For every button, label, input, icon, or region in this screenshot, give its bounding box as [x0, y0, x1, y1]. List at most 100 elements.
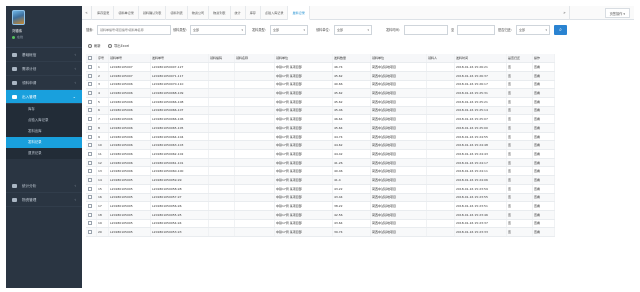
- row-checkbox[interactable]: [87, 160, 92, 165]
- row-checkbox[interactable]: [87, 65, 92, 70]
- sidebar-subitem-inspection-record[interactable]: 点验入库记录: [6, 115, 82, 126]
- row-checkbox[interactable]: [87, 204, 92, 209]
- issue-time-start-input[interactable]: [404, 25, 448, 35]
- refresh-button[interactable]: 刷新: [88, 43, 101, 48]
- sidebar-subitem-stock[interactable]: 库存: [6, 104, 82, 115]
- row-checkbox[interactable]: [87, 82, 92, 87]
- row-checkbox[interactable]: [87, 117, 92, 122]
- table-row[interactable]: 15 L20180105005 L201801050058-98 中铁17局 某项目部…: [86, 184, 555, 194]
- sidebar-item-basic-info[interactable]: 基础帐信 ‹: [6, 48, 82, 62]
- table-row[interactable]: 20 L20180105005 L201801050053-93 中铁17局 某项目部…: [86, 227, 555, 237]
- table-row[interactable]: 13 L20180105006 L201801050060-100 中铁17局 某项目…: [86, 166, 555, 177]
- tab-scroll-left-icon[interactable]: «: [82, 6, 92, 20]
- table-row[interactable]: 5 L20180105006 L201801050066-108 中铁17局 某项目部…: [86, 97, 555, 107]
- sidebar-subitem-issue-record[interactable]: 发料记录: [6, 137, 82, 148]
- row-checkbox-cell[interactable]: [86, 71, 97, 81]
- sidebar-item-statistics[interactable]: 统计分析 ‹: [6, 179, 82, 193]
- row-checkbox[interactable]: [87, 230, 92, 235]
- table-row[interactable]: 2 L20180105007 L201801050071-117 中铁17局 某项目部…: [86, 71, 555, 81]
- table-row[interactable]: 17 L20180105005 L201801050056-96 中铁17局 某项目部…: [86, 201, 555, 211]
- table-row[interactable]: 4 L20180105006 L201801050068-109 中铁17局 某项目部…: [86, 88, 555, 98]
- table-row[interactable]: 6 L20180105006 L201801050066-107 中铁17局 某项目部…: [86, 106, 555, 116]
- row-checkbox[interactable]: [87, 134, 92, 139]
- row-checkbox-cell[interactable]: [86, 123, 97, 133]
- row-checkbox-cell[interactable]: [86, 80, 97, 90]
- row-view-link[interactable]: 查看: [532, 88, 555, 98]
- row-checkbox-cell[interactable]: [86, 158, 97, 168]
- row-checkbox-cell[interactable]: [86, 201, 97, 211]
- table-row[interactable]: 11 L20180105006 L201801050062-102 中铁17局 某项目…: [86, 149, 555, 159]
- table-row[interactable]: 14 L20180105005 L201801050059-99 中铁17局 某项目部…: [86, 175, 555, 185]
- search-input[interactable]: [97, 25, 171, 35]
- table-row[interactable]: 3 L20180105006 L201801050070-110 中铁17局 某项目部…: [86, 80, 555, 90]
- row-view-link[interactable]: 查看: [532, 184, 555, 194]
- row-checkbox-cell[interactable]: [86, 193, 97, 203]
- sidebar-subitem-return-record[interactable]: 退货记录: [6, 148, 82, 159]
- row-checkbox[interactable]: [87, 169, 92, 174]
- row-checkbox[interactable]: [87, 99, 92, 104]
- row-checkbox[interactable]: [87, 221, 92, 226]
- row-checkbox-cell[interactable]: [86, 62, 97, 72]
- row-view-link[interactable]: 查看: [532, 62, 555, 72]
- issue-time-end-input[interactable]: [457, 25, 495, 35]
- tab-scroll-right-icon[interactable]: »: [560, 6, 570, 20]
- row-checkbox[interactable]: [87, 151, 92, 156]
- row-checkbox-cell[interactable]: [86, 114, 97, 124]
- table-row[interactable]: 9 L20180105006 L201801050064-104 中铁17局 某项目部…: [86, 132, 555, 142]
- export-excel-button[interactable]: 导出Excel: [108, 43, 129, 48]
- row-checkbox-cell[interactable]: [86, 97, 97, 107]
- row-view-link[interactable]: 查看: [532, 80, 555, 90]
- tab-item[interactable]: 库存变更: [93, 6, 115, 20]
- row-view-link[interactable]: 查看: [532, 193, 555, 203]
- row-checkbox-cell[interactable]: [86, 106, 97, 116]
- user-avatar[interactable]: [12, 10, 25, 25]
- row-view-link[interactable]: 查看: [532, 158, 555, 168]
- sidebar-subitem-issue-out[interactable]: 发料出库: [6, 126, 82, 137]
- row-checkbox[interactable]: [87, 125, 92, 130]
- table-row[interactable]: 16 L20180105005 L201801050057-97 中铁17局 某项目部…: [86, 193, 555, 203]
- row-checkbox[interactable]: [87, 186, 92, 191]
- row-view-link[interactable]: 查看: [532, 201, 555, 211]
- tab-item[interactable]: 统计: [231, 6, 246, 20]
- tab-item[interactable]: 点验入库记录: [261, 6, 289, 20]
- row-checkbox[interactable]: [87, 91, 92, 96]
- sidebar-item-demand-plan[interactable]: 需求计划 ‹: [6, 62, 82, 76]
- row-checkbox[interactable]: [87, 212, 92, 217]
- select-all-checkbox[interactable]: [87, 56, 92, 61]
- table-row[interactable]: 12 L20180105006 L201801050061-101 中铁17局 某项目…: [86, 158, 555, 168]
- row-checkbox[interactable]: [87, 143, 92, 148]
- tab-item[interactable]: 物资列表: [209, 6, 231, 20]
- table-row[interactable]: 10 L20180105006 L201801050063-103 中铁17局 某项目…: [86, 140, 555, 151]
- row-view-link[interactable]: 查看: [532, 210, 555, 220]
- issue-type-select[interactable]: 全部: [270, 25, 308, 35]
- table-row[interactable]: 7 L20180105006 L201801050066-106 中铁17局 某项目部…: [86, 114, 555, 124]
- table-row[interactable]: 8 L20180105006 L201801050065-105 中铁17局 某项目部…: [86, 123, 555, 133]
- row-checkbox[interactable]: [87, 177, 92, 182]
- tab-operations-button[interactable]: 页签操作 ▾: [604, 8, 630, 18]
- search-button[interactable]: ⌕: [554, 25, 567, 35]
- row-checkbox-cell[interactable]: [86, 140, 97, 151]
- row-checkbox-cell[interactable]: [86, 88, 97, 98]
- table-row[interactable]: 19 L20180105005 L201801050054-94 中铁17局 某项目部…: [86, 219, 555, 229]
- row-checkbox-cell[interactable]: [86, 175, 97, 185]
- return-select[interactable]: 全部: [516, 25, 550, 35]
- row-checkbox-cell[interactable]: [86, 227, 97, 237]
- tab-item[interactable]: 领料确认列表: [139, 6, 167, 20]
- row-checkbox-cell[interactable]: [86, 210, 97, 220]
- tab-item[interactable]: 物资公司: [188, 6, 210, 20]
- sidebar-item-material-request[interactable]: 领料申请 ‹: [6, 76, 82, 90]
- row-view-link[interactable]: 查看: [532, 71, 555, 81]
- row-view-link[interactable]: 查看: [532, 166, 555, 177]
- row-view-link[interactable]: 查看: [532, 123, 555, 133]
- row-checkbox[interactable]: [87, 73, 92, 78]
- row-checkbox-cell[interactable]: [86, 166, 97, 177]
- tab-item-active[interactable]: 发料记录: [288, 6, 310, 20]
- row-view-link[interactable]: 查看: [532, 140, 555, 151]
- table-row[interactable]: 1 L20180105007 L201801050007-127 中铁17局 某项目部…: [86, 62, 555, 72]
- row-checkbox[interactable]: [87, 195, 92, 200]
- row-view-link[interactable]: 查看: [532, 114, 555, 124]
- sidebar-item-inout[interactable]: 出入管理 ⌄: [6, 90, 82, 104]
- row-view-link[interactable]: 查看: [532, 219, 555, 229]
- material-type-select[interactable]: 全部: [190, 25, 246, 35]
- row-checkbox-cell[interactable]: [86, 184, 97, 194]
